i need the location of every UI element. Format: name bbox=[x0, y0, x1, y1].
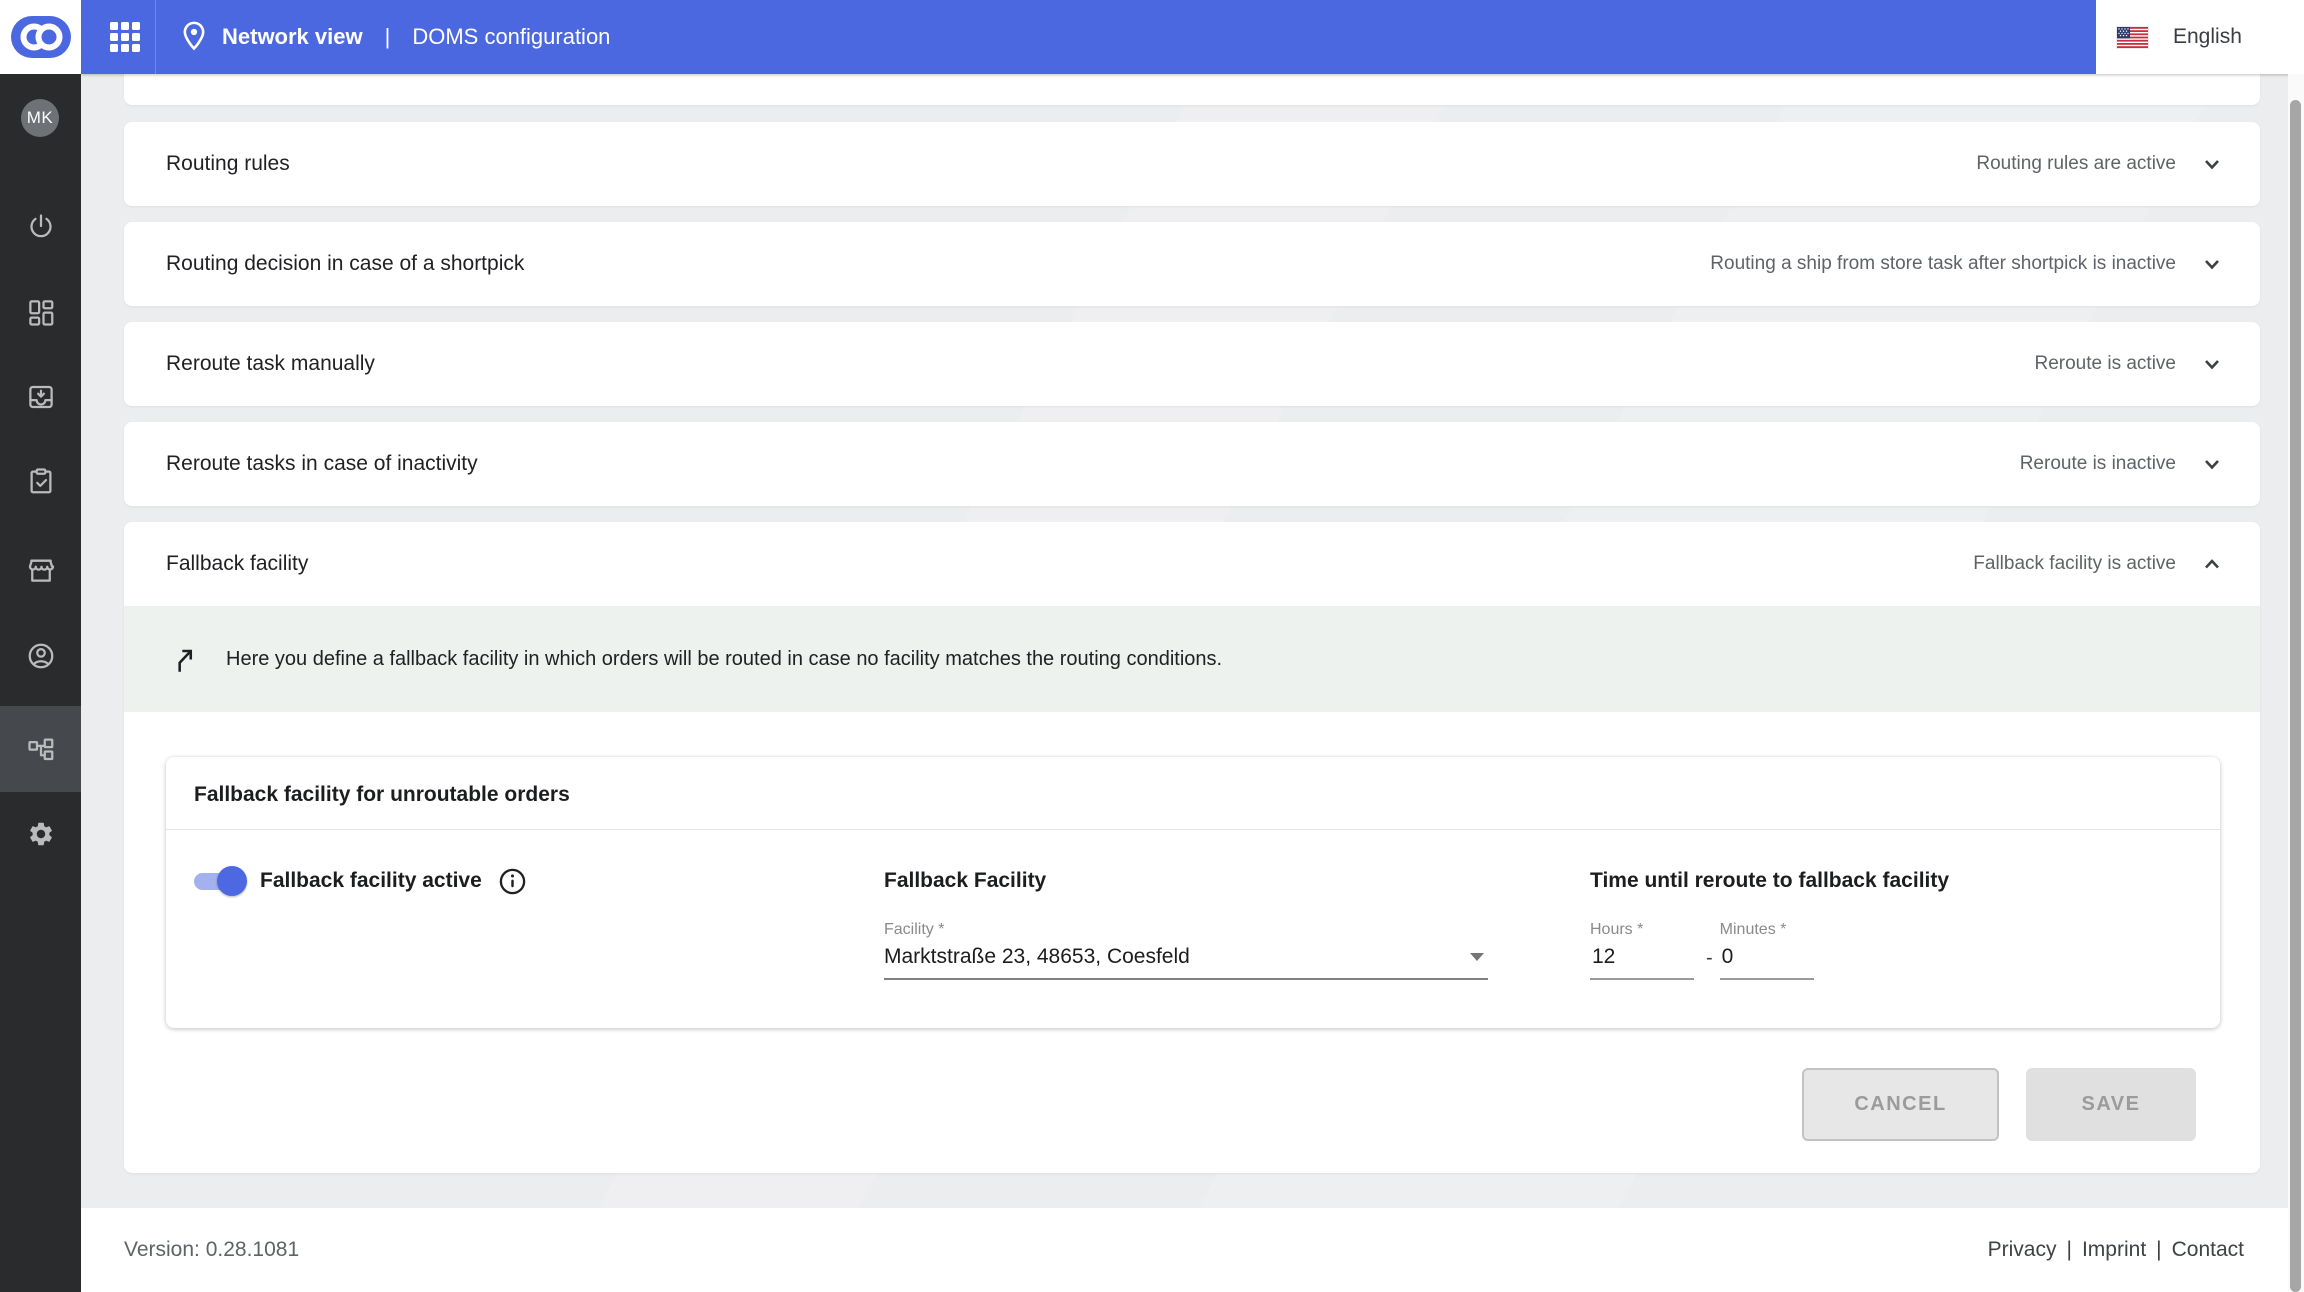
location-pin-icon bbox=[178, 20, 210, 54]
facility-group-title: Fallback Facility bbox=[884, 866, 1590, 896]
accordion-row-routing-rules[interactable]: Routing rules Routing rules are active bbox=[124, 122, 2260, 206]
appbar-secondary-title: DOMS configuration bbox=[412, 24, 610, 50]
avatar[interactable]: MK bbox=[21, 99, 59, 137]
cancel-button[interactable]: CANCEL bbox=[1802, 1068, 1999, 1141]
minutes-field-label: Minutes * bbox=[1720, 921, 1814, 939]
accordion-title: Fallback facility bbox=[166, 552, 1973, 576]
accordion-row-fallback-facility[interactable]: Fallback facility Fallback facility is a… bbox=[124, 522, 2260, 606]
accordion-row-reroute-manually[interactable]: Reroute task manually Reroute is active bbox=[124, 322, 2260, 406]
minutes-field: Minutes * bbox=[1720, 921, 1814, 980]
appbar-primary-title: Network view bbox=[222, 24, 363, 50]
accordion-status: Reroute is active bbox=[2034, 353, 2176, 375]
accordion-title: Reroute task manually bbox=[166, 352, 2034, 376]
fallback-card-header: Fallback facility for unroutable orders bbox=[166, 757, 2220, 830]
chevron-down-icon bbox=[2198, 350, 2226, 378]
accordion-status: Routing a ship from store task after sho… bbox=[1710, 253, 2176, 275]
us-flag-icon bbox=[2117, 27, 2148, 48]
privacy-link[interactable]: Privacy bbox=[1988, 1238, 2057, 1262]
sidebar-item-tasks[interactable] bbox=[0, 438, 81, 524]
time-group-title: Time until reroute to fallback facility bbox=[1590, 866, 2192, 896]
accordion-status: Routing rules are active bbox=[1976, 153, 2176, 175]
sidebar-item-power[interactable] bbox=[0, 184, 81, 270]
time-separator: - bbox=[1706, 947, 1713, 980]
network-schema-icon bbox=[26, 734, 56, 764]
facility-field-label: Facility * bbox=[884, 921, 1590, 939]
accordion-status: Reroute is inactive bbox=[2020, 453, 2176, 475]
hours-field-label: Hours * bbox=[1590, 921, 1694, 939]
vertical-scrollbar bbox=[2288, 74, 2304, 1292]
scrollbar-thumb[interactable] bbox=[2290, 100, 2301, 1292]
info-icon[interactable] bbox=[498, 867, 527, 896]
sidebar: MK bbox=[0, 0, 81, 1292]
fallback-active-toggle[interactable] bbox=[194, 871, 247, 891]
accordion-row-reroute-inactivity[interactable]: Reroute tasks in case of inactivity Rero… bbox=[124, 422, 2260, 506]
sidebar-item-dashboard[interactable] bbox=[0, 269, 81, 355]
account-icon bbox=[26, 641, 56, 671]
sidebar-item-account[interactable] bbox=[0, 613, 81, 699]
settings-gear-icon bbox=[27, 820, 55, 848]
inbox-download-icon bbox=[26, 382, 56, 412]
accordion-row-shortpick-decision[interactable]: Routing decision in case of a shortpick … bbox=[124, 222, 2260, 306]
main-content: Routing rules Routing rules are active R… bbox=[81, 74, 2304, 1173]
clipped-accordion-card bbox=[124, 74, 2260, 105]
app-logo[interactable] bbox=[0, 0, 81, 74]
accordion-title: Routing rules bbox=[166, 152, 1976, 176]
toggle-column: Fallback facility active bbox=[194, 866, 884, 980]
fallback-description-strip: Here you define a fallback facility in w… bbox=[124, 606, 2260, 712]
imprint-link[interactable]: Imprint bbox=[2082, 1238, 2146, 1262]
accordion-title: Reroute tasks in case of inactivity bbox=[166, 452, 2020, 476]
sidebar-item-settings[interactable] bbox=[0, 791, 81, 877]
storefront-icon bbox=[26, 555, 56, 585]
appbar-divider bbox=[155, 0, 156, 74]
sidebar-item-store[interactable] bbox=[0, 527, 81, 613]
footer: Version: 0.28.1081 Privacy | Imprint | C… bbox=[81, 1208, 2304, 1292]
chevron-down-icon bbox=[2198, 250, 2226, 278]
clipboard-check-icon bbox=[26, 466, 56, 496]
sidebar-item-inbox[interactable] bbox=[0, 354, 81, 440]
chevron-down-icon bbox=[2198, 150, 2226, 178]
chevron-down-icon bbox=[2198, 450, 2226, 478]
toggle-logo-icon bbox=[10, 15, 72, 59]
power-icon bbox=[26, 212, 56, 242]
contact-link[interactable]: Contact bbox=[2172, 1238, 2244, 1262]
facility-column: Fallback Facility Facility * Marktstraße… bbox=[884, 866, 1590, 980]
footer-link-separator: | bbox=[2067, 1238, 2072, 1262]
fallback-card-form: Fallback facility active Fallba bbox=[166, 830, 2220, 1028]
dashboard-icon bbox=[26, 297, 56, 327]
facility-field: Facility * Marktstraße 23, 48653, Coesfe… bbox=[884, 921, 1590, 980]
accordion-status: Fallback facility is active bbox=[1973, 553, 2176, 575]
footer-link-separator: | bbox=[2156, 1238, 2161, 1262]
dropdown-caret-icon bbox=[1470, 953, 1484, 961]
accordion-title: Routing decision in case of a shortpick bbox=[166, 252, 1710, 276]
fallback-panel-body: Fallback facility for unroutable orders … bbox=[124, 712, 2260, 1173]
sidebar-item-network[interactable] bbox=[0, 706, 81, 792]
arrow-up-right-icon bbox=[170, 643, 200, 675]
form-actions: CANCEL SAVE bbox=[166, 1028, 2220, 1141]
fallback-description-text: Here you define a fallback facility in w… bbox=[226, 648, 1222, 671]
time-column: Time until reroute to fallback facility … bbox=[1590, 866, 2192, 980]
version-label: Version: 0.28.1081 bbox=[124, 1238, 299, 1262]
footer-links: Privacy | Imprint | Contact bbox=[1988, 1238, 2244, 1262]
hours-input[interactable] bbox=[1590, 945, 1694, 980]
toggle-knob bbox=[217, 866, 247, 896]
appbar-title-separator: | bbox=[385, 24, 391, 50]
toggle-label: Fallback facility active bbox=[260, 869, 482, 893]
facility-select-value: Marktstraße 23, 48653, Coesfeld bbox=[884, 945, 1470, 969]
fallback-settings-card: Fallback facility for unroutable orders … bbox=[166, 757, 2220, 1028]
app-grid-button[interactable] bbox=[95, 0, 155, 74]
fallback-card-title: Fallback facility for unroutable orders bbox=[194, 783, 570, 806]
chevron-up-icon bbox=[2198, 550, 2226, 578]
language-label: English bbox=[2173, 25, 2242, 49]
hours-field: Hours * bbox=[1590, 921, 1694, 980]
grid-apps-icon bbox=[108, 20, 142, 54]
language-selector[interactable]: English bbox=[2096, 0, 2304, 74]
facility-select[interactable]: Marktstraße 23, 48653, Coesfeld bbox=[884, 945, 1488, 980]
appbar: Network view | DOMS configuration Englis… bbox=[81, 0, 2304, 74]
save-button[interactable]: SAVE bbox=[2026, 1068, 2196, 1141]
minutes-input[interactable] bbox=[1720, 945, 1814, 980]
accordion-section-fallback-facility: Fallback facility Fallback facility is a… bbox=[124, 522, 2260, 1173]
